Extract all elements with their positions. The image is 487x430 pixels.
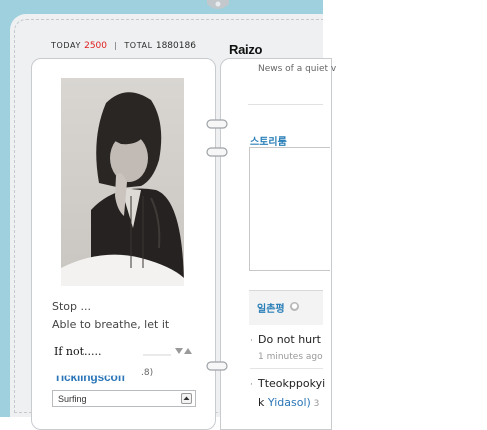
profile-photo (61, 78, 184, 286)
comment-divider (250, 368, 323, 369)
menu-select[interactable]: Surfing (52, 390, 196, 407)
blank-area (323, 0, 487, 417)
comment-2-author-link[interactable]: Yidasol) (268, 396, 311, 409)
frame-notch (207, 0, 229, 9)
comment-2-text: Tteokppokyi (258, 377, 326, 390)
total-count: 1880186 (155, 41, 196, 51)
comment-2-prefix: k (258, 396, 268, 409)
today-count: 2500 (84, 41, 108, 51)
select-arrow-icon[interactable] (181, 393, 192, 404)
story-room-title[interactable]: 스토리룸 (250, 133, 287, 148)
comment-2-time: 3 (310, 399, 320, 409)
total-label: TOTAL (124, 41, 153, 50)
page-title: Raizo (229, 42, 263, 57)
comment-1-time: 1 minutes ago (258, 352, 323, 362)
news-text: News of a quiet v (258, 64, 337, 74)
today-label: TODAY (51, 41, 81, 50)
story-room-box (249, 147, 330, 271)
counter-separator: | (114, 41, 118, 50)
comment-bullet: · (250, 336, 253, 346)
binder-rings (206, 119, 228, 371)
info-icon[interactable]: ● (290, 302, 299, 311)
news-divider (248, 104, 323, 105)
scroll-arrows-icon[interactable] (143, 346, 193, 356)
profile-caption-line1: Stop ... (52, 300, 91, 313)
comment-bullet: · (250, 380, 253, 390)
faded-control: .8) (141, 368, 154, 378)
faded-name-text: Ticklingscoff (54, 370, 125, 384)
comment-1-text: Do not hurt (258, 333, 321, 346)
profile-caption-line2: Able to breathe, let it (52, 318, 170, 331)
menu-select-value: Surfing (58, 394, 87, 404)
faded-name: Ticklingscoff (54, 370, 126, 384)
visitor-counter: TODAY 2500 | TOTAL 1880186 (51, 41, 196, 51)
comment-2-line2: k Yidasol) 3 (258, 396, 319, 409)
scrolling-message: If not..... (54, 345, 102, 358)
oneline-comment-title[interactable]: 일촌평 (257, 300, 285, 315)
